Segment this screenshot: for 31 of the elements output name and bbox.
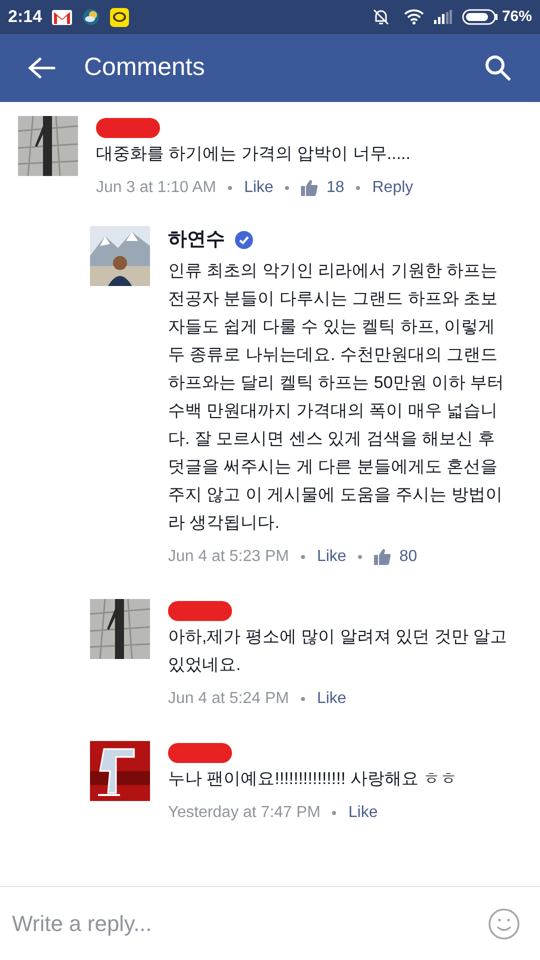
like-link[interactable]: Like [316, 686, 346, 710]
muted-bell-icon [372, 8, 390, 26]
timestamp: Jun 4 at 5:23 PM [168, 546, 289, 566]
timestamp: Yesterday at 7:47 PM [168, 802, 320, 822]
reply-input[interactable]: Write a reply... [12, 907, 488, 940]
battery-icon [462, 9, 498, 25]
reply-link[interactable]: Reply [372, 176, 414, 200]
clock: 2:14 [8, 6, 42, 28]
timestamp: Jun 3 at 1:10 AM [96, 178, 216, 198]
chat-app-icon [110, 8, 130, 26]
search-icon[interactable] [484, 54, 512, 82]
like-link[interactable]: Like [244, 176, 274, 200]
comment-text: 아하,제가 평소에 많이 알려져 있던 것만 알고 있었네요. [168, 626, 508, 676]
timestamp: Jun 4 at 5:24 PM [168, 688, 289, 708]
like-link[interactable]: Like [348, 800, 378, 824]
comment-text: 누나 팬이예요!!!!!!!!!!!!!!! 사랑해요 ㅎㅎ [168, 768, 458, 790]
like-link[interactable]: Like [316, 544, 346, 568]
commenter-name[interactable]: 하연수 [168, 226, 225, 254]
thumbs-up-icon [301, 180, 318, 196]
back-arrow-icon[interactable] [28, 57, 56, 79]
page-title: Comments [84, 52, 205, 84]
comment-text: 대중화를 하기에는 가격의 압박이 너무..... [96, 143, 412, 165]
thumbs-up-icon [374, 548, 392, 564]
comment-text: 인류 최초의 악기인 리라에서 기원한 하프는 전공자 분들이 다루시는 그랜드 하프와 초보자들도 쉽게 다룰 수 있는 켈틱 하프, 이렇게 두 종류로 나뉘는데요. 수천만원대의 그랜드 하프와는 달리 켈틱 하프는 50만원 이하 부터 수백 만원대까지 가격대의 폭이 매우 넓습니다. 잘 모르시면 센스 있게 검색을 해보신 후 덧글을 써주시는 게 다른 분들에게도 혼선을 주지 않고 이 게시물에 도움을 주시는 방법이라 생각됩니다. [168, 260, 506, 534]
mail-icon [52, 10, 72, 24]
battery-level: 76% [502, 6, 532, 27]
like-count: 80 [399, 546, 418, 566]
signal-icon [434, 10, 452, 24]
wifi-icon [404, 9, 424, 25]
weather-icon [82, 8, 100, 26]
like-count: 18 [326, 178, 344, 198]
